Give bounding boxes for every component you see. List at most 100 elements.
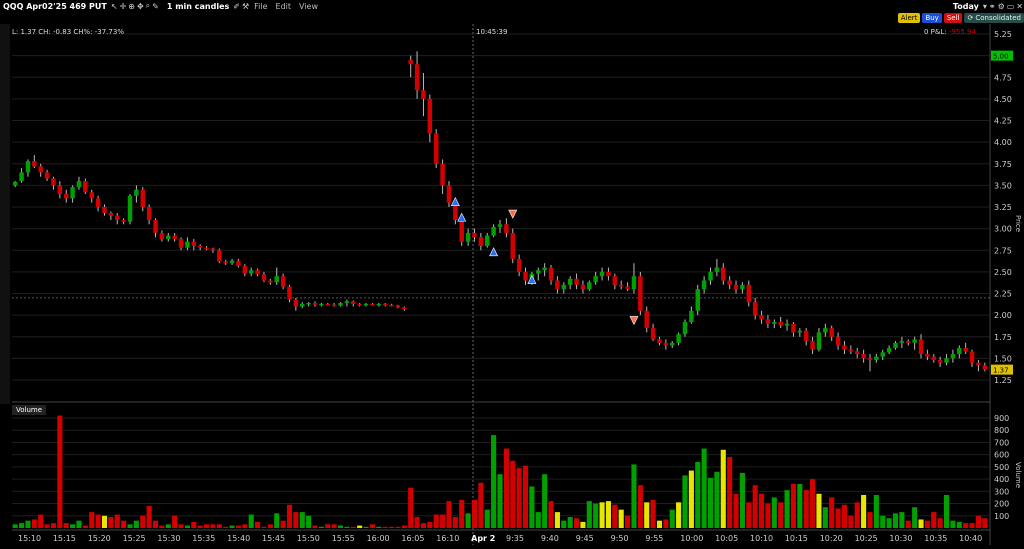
candle-body bbox=[44, 172, 50, 179]
chart-grid bbox=[12, 24, 991, 545]
volume-tick-label: 400 bbox=[994, 475, 1009, 484]
volume-bar bbox=[714, 471, 720, 528]
volume-bar bbox=[19, 523, 25, 528]
volume-bar bbox=[752, 485, 758, 528]
candle-body bbox=[108, 213, 114, 216]
sell-fill-marker bbox=[629, 316, 639, 326]
volume-bar bbox=[433, 514, 439, 528]
buy-fill-marker bbox=[457, 212, 467, 222]
candle-body bbox=[695, 289, 700, 311]
volume-tick-label: 900 bbox=[994, 414, 1009, 423]
volume-bar bbox=[344, 526, 350, 528]
volume-bar bbox=[669, 509, 675, 528]
time-tick-label: 15:45 bbox=[262, 534, 285, 543]
candle-body bbox=[121, 219, 126, 222]
chart-area[interactable]: 1.25 1.50 1.75 2.00 2.25 2.50 2.75 3.00 3.25 3.50… bbox=[0, 0, 1024, 549]
volume-bar bbox=[255, 521, 261, 528]
volume-bar bbox=[267, 524, 273, 528]
volume-bar bbox=[599, 502, 605, 528]
volume-bar bbox=[235, 525, 242, 528]
volume-bar bbox=[733, 493, 739, 528]
volume-bar bbox=[248, 514, 254, 528]
time-tick-label: 9:55 bbox=[645, 534, 663, 543]
volume-bar bbox=[503, 448, 509, 528]
volume-axis: 100 200 300 400 500 600 700 800 900 bbox=[994, 414, 1009, 521]
candle-body bbox=[134, 189, 139, 196]
candle-body bbox=[561, 284, 567, 290]
candle-body bbox=[38, 166, 43, 173]
candle-body bbox=[618, 284, 624, 287]
volume-bar bbox=[631, 464, 637, 528]
volume-bar bbox=[695, 462, 701, 528]
candle-body bbox=[650, 328, 656, 340]
candle-body bbox=[516, 258, 522, 272]
price-tick-label: 5.25 bbox=[994, 30, 1012, 39]
volume-bar bbox=[197, 525, 203, 528]
volume-bar bbox=[318, 526, 324, 528]
candle-body bbox=[842, 345, 847, 350]
candle-body bbox=[957, 347, 962, 355]
time-tick-label: Apr 2 bbox=[471, 534, 495, 543]
time-tick-label: 15:20 bbox=[88, 534, 111, 543]
candle-body bbox=[803, 330, 809, 342]
candle-body bbox=[969, 351, 975, 363]
candle-body bbox=[606, 271, 611, 277]
candle-body bbox=[657, 339, 662, 343]
candle-body bbox=[663, 342, 669, 346]
candle-body bbox=[236, 260, 241, 266]
candle-body bbox=[465, 232, 471, 242]
volume-bar bbox=[771, 497, 777, 528]
candle-body bbox=[861, 354, 866, 359]
volume-bar bbox=[880, 515, 886, 528]
candle-body bbox=[880, 352, 885, 357]
candle-body bbox=[459, 219, 464, 242]
candle-body bbox=[95, 198, 101, 207]
volume-bar bbox=[497, 474, 503, 528]
candle-body bbox=[12, 181, 18, 186]
candle-body bbox=[421, 90, 426, 99]
candle-body bbox=[414, 64, 420, 91]
volume-bar bbox=[440, 514, 446, 528]
candle-body bbox=[727, 280, 732, 285]
volume-bar bbox=[975, 515, 981, 528]
candle-body bbox=[102, 207, 107, 214]
volume-bar bbox=[376, 526, 382, 528]
candle-body bbox=[472, 232, 477, 238]
candle-body bbox=[344, 301, 350, 304]
time-tick-label: 10:05 bbox=[715, 534, 738, 543]
pnl-label: 0 P&L: bbox=[924, 28, 947, 36]
volume-bar bbox=[612, 504, 618, 528]
candle-body bbox=[937, 360, 943, 363]
volume-bar bbox=[854, 502, 860, 528]
volume-bar bbox=[720, 449, 726, 528]
volume-bar bbox=[663, 519, 669, 528]
volume-bar bbox=[82, 525, 88, 528]
price-tick-label: 3.75 bbox=[994, 160, 1012, 169]
candle-body bbox=[682, 322, 688, 335]
candle-body bbox=[363, 303, 369, 306]
volume-bar bbox=[25, 520, 31, 528]
candle-body bbox=[274, 276, 279, 283]
volume-bar bbox=[31, 519, 37, 528]
volume-bar bbox=[178, 524, 184, 528]
candle-body bbox=[51, 178, 56, 186]
volume-bar bbox=[420, 523, 427, 528]
price-axis-title: Price bbox=[1014, 215, 1022, 232]
candle-body bbox=[504, 224, 509, 233]
time-axis: 15:10 15:15 15:20 15:25 15:30 15:35 15:40 15:45… bbox=[18, 534, 982, 543]
volume-bar bbox=[414, 517, 420, 528]
candle-body bbox=[950, 354, 956, 359]
time-tick-label: 10:30 bbox=[889, 534, 912, 543]
candle-body bbox=[338, 303, 343, 306]
candle-body bbox=[740, 284, 745, 290]
candle-body bbox=[376, 303, 382, 306]
volume-bar bbox=[191, 521, 197, 528]
volume-bar bbox=[389, 526, 395, 528]
candle-body bbox=[574, 278, 579, 285]
candle-body bbox=[440, 163, 445, 186]
candle-body bbox=[963, 347, 968, 352]
candle-body bbox=[395, 305, 401, 308]
volume-bar bbox=[159, 525, 165, 528]
candle-body bbox=[625, 286, 630, 290]
volume-bar bbox=[491, 435, 497, 528]
